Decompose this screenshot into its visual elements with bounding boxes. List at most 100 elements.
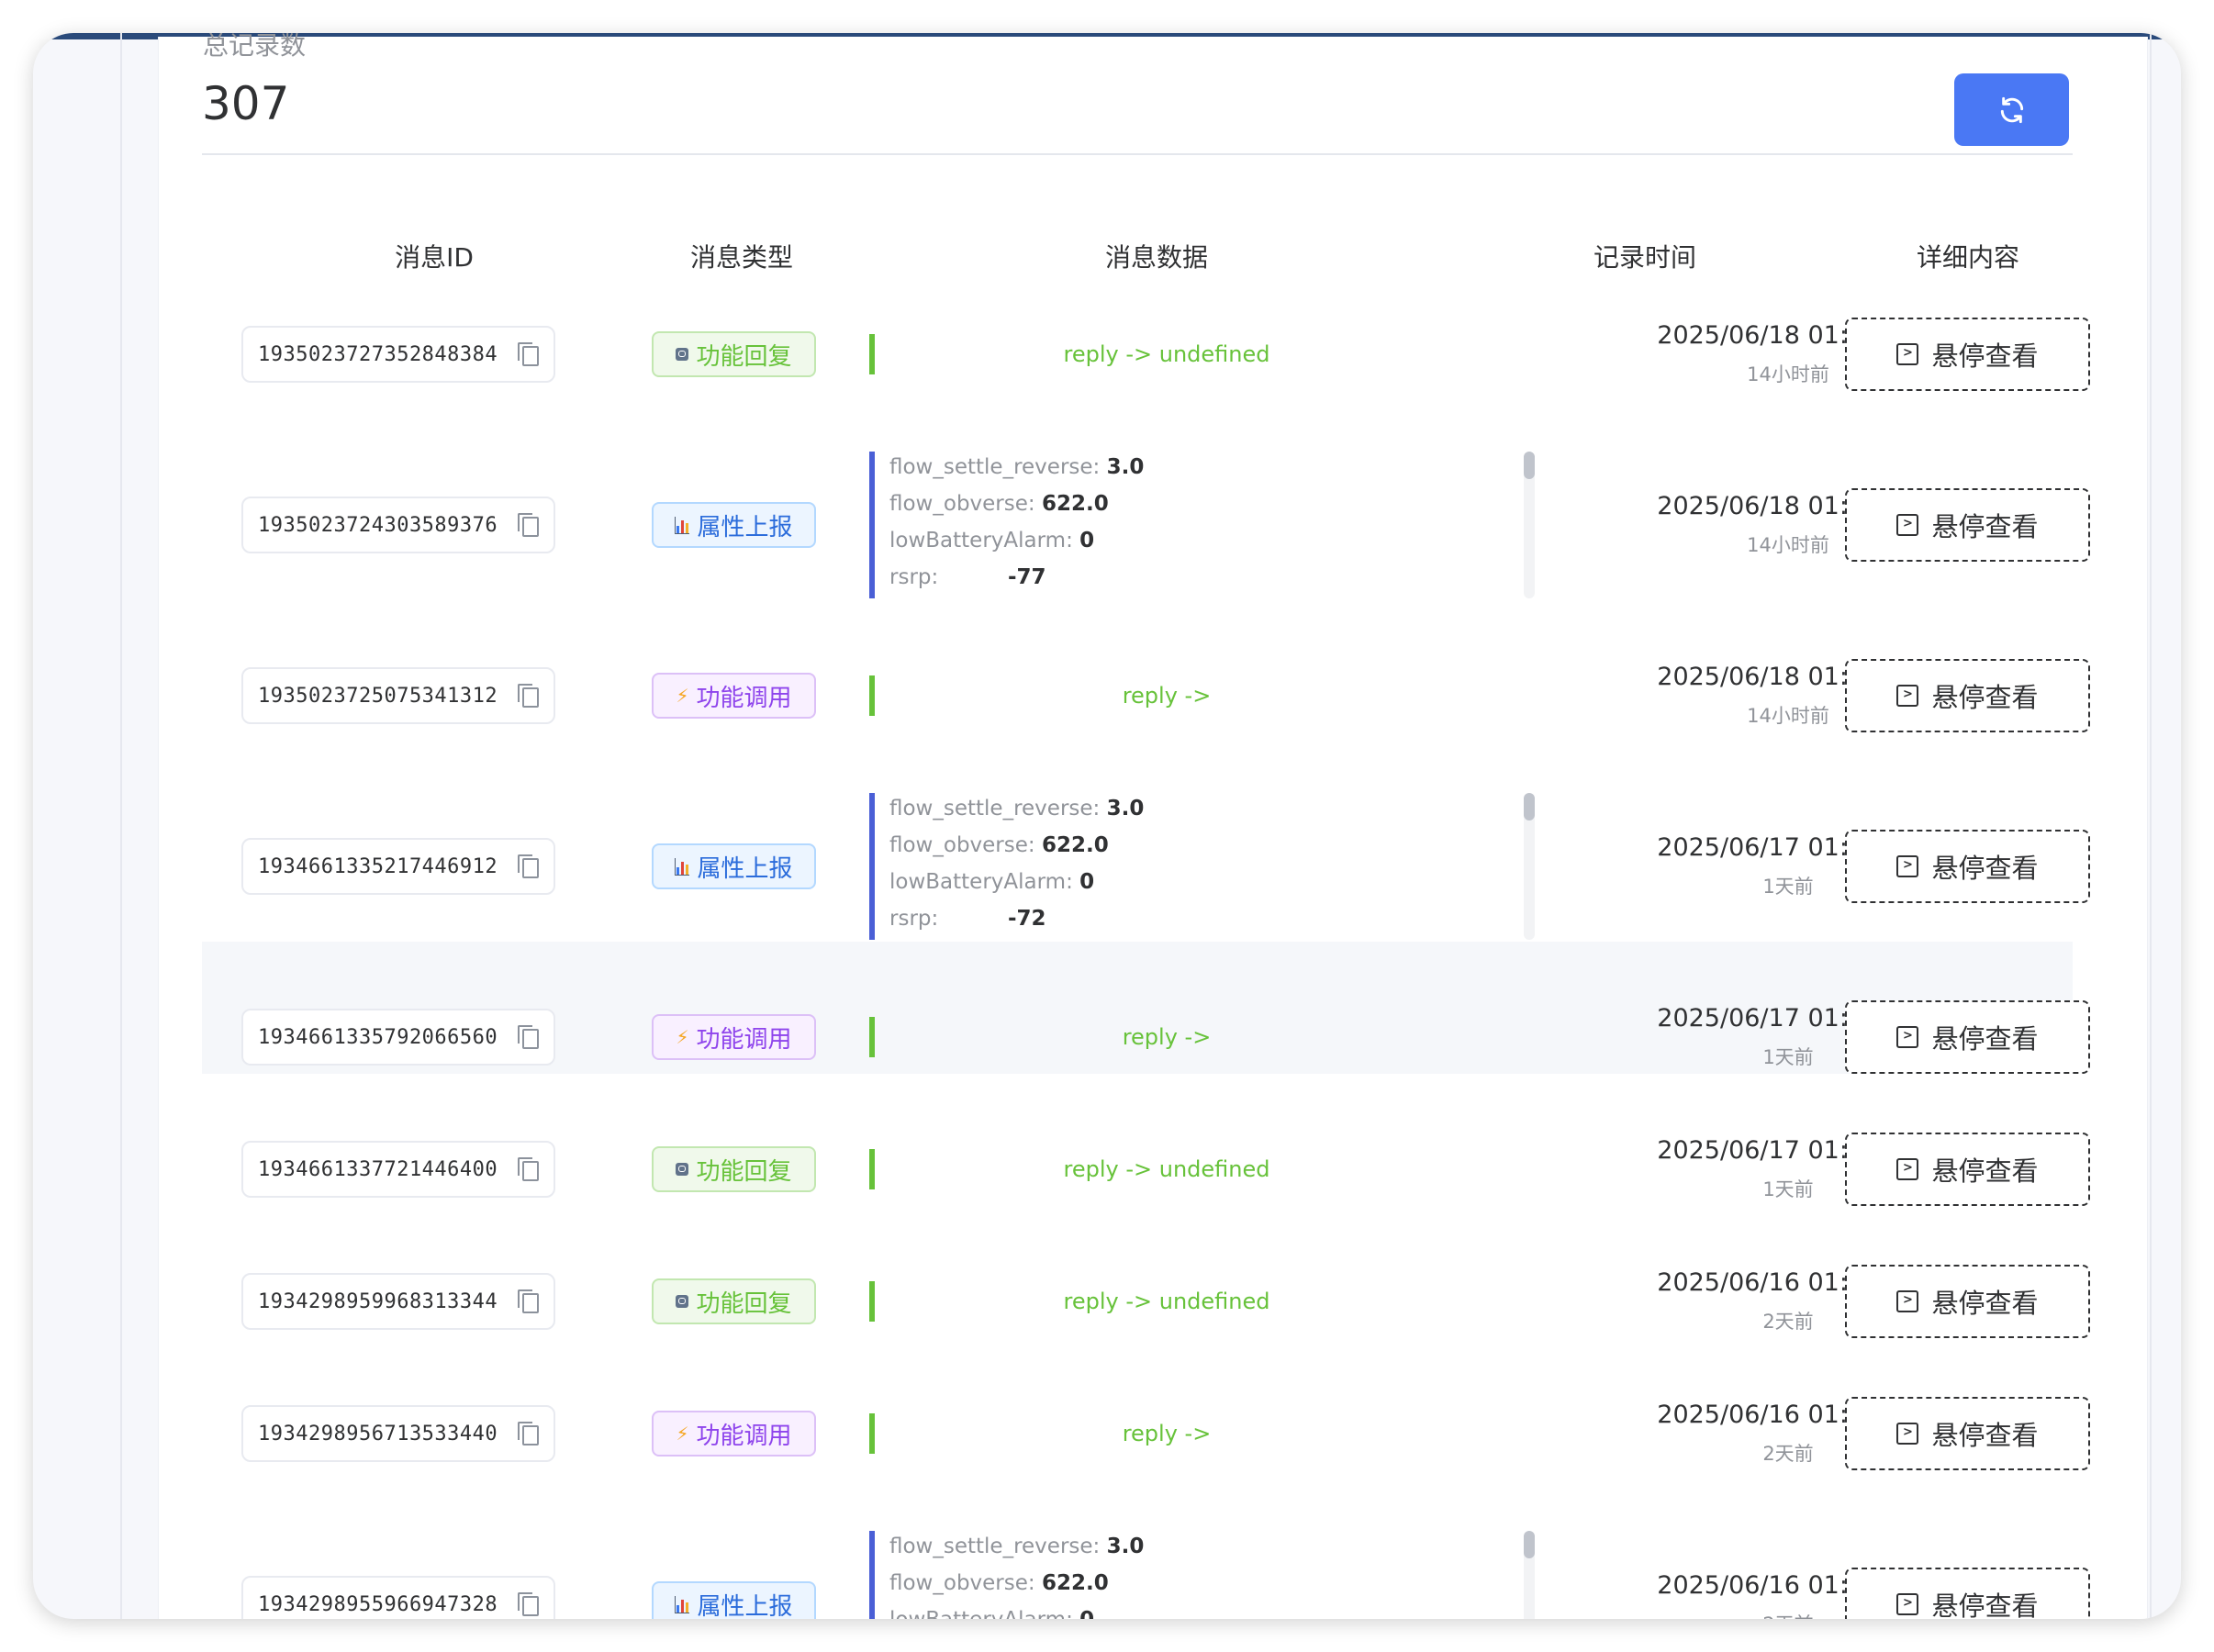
property-key: flow_obverse: — [889, 492, 1035, 516]
scrollbar-thumb[interactable] — [1524, 452, 1535, 479]
message-type-label: 功能调用 — [696, 1422, 792, 1450]
message-data-text: reply -> — [1122, 683, 1212, 709]
copy-icon[interactable] — [518, 1289, 539, 1313]
hover-detail-button[interactable]: > 悬停查看 — [1845, 488, 2090, 562]
message-type-tag: ⚡ 功能调用 — [652, 1014, 816, 1060]
data-scrollbar[interactable] — [1524, 452, 1535, 598]
message-data-text: reply -> undefined — [1063, 341, 1270, 367]
message-id: 1934661337721446400 — [258, 1157, 498, 1181]
total-count-label: 总记录数 — [203, 33, 307, 61]
hover-detail-label: 悬停查看 — [1931, 1591, 2039, 1619]
property-value: 3.0 — [1106, 455, 1145, 479]
layout-guide-right — [2150, 33, 2152, 1619]
refresh-icon — [2000, 96, 2023, 123]
property-entry: flow_obverse: 622.0 — [889, 1571, 1109, 1595]
property-key: flow_obverse: — [889, 833, 1035, 857]
lightning-icon: ⚡ — [676, 1423, 689, 1445]
property-key: lowBatteryAlarm: — [889, 1608, 1073, 1619]
message-id: 1934298959968313344 — [258, 1289, 498, 1313]
reply-icon — [676, 1295, 689, 1308]
copy-icon[interactable] — [518, 1157, 539, 1181]
hover-detail-button[interactable]: > 悬停查看 — [1845, 1568, 2090, 1619]
hover-detail-button[interactable]: > 悬停查看 — [1845, 830, 2090, 903]
hover-detail-button[interactable]: > 悬停查看 — [1845, 1397, 2090, 1470]
layout-guide-left — [120, 33, 122, 1619]
message-id: 1935023727352848384 — [258, 342, 498, 366]
message-type-tag: 功能回复 — [652, 1146, 816, 1192]
message-type-tag: 功能回复 — [652, 331, 816, 377]
hover-detail-button[interactable]: > 悬停查看 — [1845, 318, 2090, 391]
property-entry: rsrp: -72 — [889, 907, 1046, 931]
data-accent-bar — [869, 1531, 875, 1619]
message-type-tag: 属性上报 — [652, 1581, 816, 1619]
copy-icon[interactable] — [518, 854, 539, 878]
data-accent-bar — [869, 334, 875, 374]
terminal-icon: > — [1896, 1593, 1919, 1615]
property-entry: lowBatteryAlarm: 0 — [889, 1608, 1094, 1619]
property-entry: flow_settle_reverse: 3.0 — [889, 1535, 1144, 1558]
message-id: 1934661335217446912 — [258, 854, 498, 878]
terminal-icon: > — [1896, 855, 1919, 877]
copy-icon[interactable] — [518, 342, 539, 366]
hover-detail-button[interactable]: > 悬停查看 — [1845, 1265, 2090, 1338]
property-entry: flow_obverse: 622.0 — [889, 492, 1109, 516]
message-data-text: reply -> undefined — [1063, 1156, 1270, 1182]
property-key: flow_settle_reverse: — [889, 797, 1101, 820]
message-id-box[interactable]: 1934661337721446400 — [241, 1141, 555, 1198]
terminal-icon: > — [1896, 514, 1919, 536]
hover-detail-button[interactable]: > 悬停查看 — [1845, 1000, 2090, 1074]
terminal-icon: > — [1896, 1158, 1919, 1180]
property-value: -77 — [1008, 565, 1046, 589]
message-id: 1935023725075341312 — [258, 684, 498, 708]
message-type-label: 属性上报 — [697, 854, 793, 883]
message-data-text: reply -> — [1122, 1421, 1212, 1446]
copy-icon[interactable] — [518, 684, 539, 708]
terminal-icon: > — [1896, 343, 1919, 365]
message-type-tag: 功能回复 — [652, 1278, 816, 1324]
message-id: 1934298956713533440 — [258, 1422, 498, 1446]
message-type-label: 属性上报 — [697, 513, 793, 541]
property-value: 622.0 — [1041, 1571, 1109, 1595]
message-id-box[interactable]: 1934661335217446912 — [241, 838, 555, 895]
property-key: lowBatteryAlarm: — [889, 870, 1073, 894]
data-scrollbar[interactable] — [1524, 793, 1535, 940]
data-accent-bar — [869, 793, 875, 940]
message-type-label: 功能回复 — [696, 342, 792, 371]
property-key: rsrp: — [889, 907, 939, 931]
scrollbar-thumb[interactable] — [1524, 793, 1535, 820]
data-accent-bar — [869, 452, 875, 598]
property-value: 622.0 — [1041, 833, 1109, 857]
copy-icon[interactable] — [518, 1422, 539, 1446]
message-id-box[interactable]: 1935023725075341312 — [241, 667, 555, 724]
message-type-tag: 属性上报 — [652, 843, 816, 889]
message-data-text: reply -> undefined — [1063, 1289, 1270, 1314]
copy-icon[interactable] — [518, 1025, 539, 1049]
message-id-box[interactable]: 1935023727352848384 — [241, 326, 555, 383]
total-count-value: 307 — [202, 77, 290, 130]
scrollbar-thumb[interactable] — [1524, 1531, 1535, 1558]
message-id-box[interactable]: 1934298956713533440 — [241, 1405, 555, 1462]
hover-detail-button[interactable]: > 悬停查看 — [1845, 1133, 2090, 1206]
hover-detail-button[interactable]: > 悬停查看 — [1845, 659, 2090, 732]
property-entry: rsrp: -77 — [889, 565, 1046, 589]
message-id-box[interactable]: 1934298955966947328 — [241, 1576, 555, 1619]
property-value: -72 — [1008, 907, 1046, 931]
hover-detail-label: 悬停查看 — [1931, 682, 2039, 713]
copy-icon[interactable] — [518, 513, 539, 537]
col-header-id: 消息ID — [395, 242, 474, 273]
message-id-box[interactable]: 1934298959968313344 — [241, 1273, 555, 1330]
copy-icon[interactable] — [518, 1592, 539, 1616]
property-entry: flow_settle_reverse: 3.0 — [889, 455, 1144, 479]
refresh-button[interactable] — [1954, 73, 2069, 146]
message-id-box[interactable]: 1935023724303589376 — [241, 497, 555, 553]
message-id-box[interactable]: 1934661335792066560 — [241, 1009, 555, 1066]
message-type-tag: ⚡ 功能调用 — [652, 673, 816, 719]
message-type-label: 功能回复 — [696, 1289, 792, 1318]
hover-detail-label: 悬停查看 — [1931, 1420, 2039, 1451]
property-entry: lowBatteryAlarm: 0 — [889, 529, 1094, 553]
property-entry: lowBatteryAlarm: 0 — [889, 870, 1094, 894]
lightning-icon: ⚡ — [676, 1026, 689, 1048]
data-scrollbar[interactable] — [1524, 1531, 1535, 1619]
data-accent-bar — [869, 1149, 875, 1189]
property-value: 3.0 — [1106, 797, 1145, 820]
